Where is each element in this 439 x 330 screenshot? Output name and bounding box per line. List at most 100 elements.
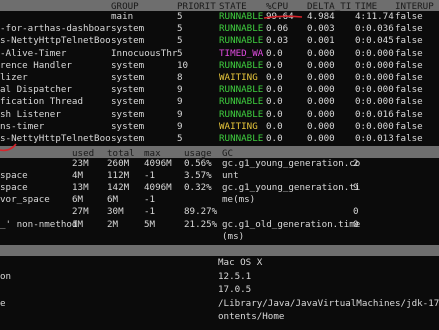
runtime-table: Mac OS X on 12.5.1 17.0.5 e/Library/Java/Jav… (0, 258, 439, 330)
thread-time: 0:0.000 (355, 84, 394, 96)
thread-row: lizer system 8 WAITING 0.0 0.000 0:0.000 false (0, 73, 439, 83)
thread-delta-time: 0.000 (307, 59, 335, 71)
memory-total: 260M (107, 158, 130, 169)
thread-state: RUNNABLE (219, 23, 264, 35)
memory-row: vor_space 6M 6M -1 me(ms) (0, 195, 439, 205)
thread-time: 0:0.000 (355, 59, 394, 71)
gc-name: (ms) (222, 230, 245, 242)
thread-priority: 5 (177, 11, 183, 22)
runtime-value: ontents/Home (218, 311, 285, 322)
thread-group: system (111, 72, 145, 83)
thread-group: main (111, 11, 134, 22)
thread-cpu: 0.0 (266, 47, 283, 59)
memory-used: 1M (72, 218, 84, 230)
runtime-value: Mac OS X (218, 257, 263, 268)
thread-name: sh Listener (0, 108, 61, 120)
thread-delta-time: 0.001 (307, 35, 335, 47)
thread-name: ns-timer (0, 120, 45, 132)
memory-name: space (0, 170, 28, 182)
thread-row: al Dispatcher system 9 RUNNABLE 0.0 0.000 0:0.… (0, 85, 439, 95)
thread-group: system (111, 133, 145, 144)
memory-total: 6M (107, 194, 119, 206)
memory-name: vor_space (0, 194, 50, 206)
memory-total: 30M (107, 206, 124, 218)
thread-state: RUNNABLE (219, 108, 264, 120)
runtime-key: e (0, 297, 6, 309)
thread-name: s-NettyHttpTelnetBoo (0, 35, 111, 47)
thread-delta-time: 0.000 (307, 47, 335, 59)
thread-priority: 9 (177, 120, 183, 132)
thread-cpu: 0.03 (266, 35, 289, 47)
thread-name: rence Handler (0, 59, 72, 71)
thread-table-header: GROUP PRIORIT STATE %CPU DELTA_TI TIME I… (0, 0, 439, 12)
thread-row: main 5 RUNNABLE 99.64 4.984 4:11.74 false (0, 12, 439, 22)
thread-priority: 5 (177, 23, 183, 35)
gc-name: gc.g1_young_generation.co (222, 158, 361, 169)
memory-table-header: used total max usage GC (0, 147, 439, 159)
memory-used: 13M (72, 182, 89, 194)
thread-group: system (111, 23, 145, 35)
runtime-row: e/Library/Java/JavaVirtualMachines/jdk-1… (0, 297, 439, 309)
thread-cpu: 99.64 (266, 11, 294, 22)
thread-state: RUNNABLE (219, 11, 264, 22)
thread-priority: 10 (177, 59, 189, 71)
thread-state: RUNNABLE (219, 133, 264, 144)
thread-priority: 5 (177, 35, 183, 47)
memory-name: space (0, 182, 28, 194)
thread-priority: 8 (177, 72, 183, 83)
thread-delta-time: 0.003 (307, 23, 335, 35)
thread-time: 0:0.000 (355, 120, 394, 132)
thread-priority: 5 (177, 133, 183, 144)
memory-used: 23M (72, 158, 89, 169)
thread-state: RUNNABLE (219, 59, 264, 71)
runtime-value: 17.0.5 (218, 284, 252, 295)
gc-name: unt (222, 170, 239, 182)
thread-name: lizer (0, 72, 28, 83)
gc-name: gc.g1_young_generation.ti (222, 182, 361, 194)
gc-value: 0 (353, 218, 359, 230)
memory-used: 6M (72, 194, 84, 206)
thread-row: -Alive-Timer InnocuousThr 5 TIMED_WA 0.0 0.00… (0, 47, 439, 59)
thread-interrupted: false (395, 108, 423, 120)
thread-time: 0:0.013 (355, 133, 394, 144)
runtime-key: on (0, 270, 12, 282)
memory-usage: 21.25% (184, 218, 218, 230)
memory-usage: 3.57% (184, 170, 212, 182)
thread-row: -for-arthas-dashboar system 5 RUNNABLE 0.06 0… (0, 24, 439, 34)
thread-name: al Dispatcher (0, 84, 72, 96)
thread-interrupted: false (395, 47, 423, 59)
col-priority: PRIORIT (177, 1, 216, 12)
memory-row: _' non-nmethod 1M 2M 5M 21.25% gc.g1_old_gene… (0, 218, 439, 230)
memory-usage: 0.56% (184, 158, 212, 169)
thread-time: 0:0.045 (355, 35, 394, 47)
memory-row: 27M 30M -1 89.27% 0 (0, 207, 439, 217)
gc-value: 9 (353, 182, 359, 194)
thread-interrupted: false (395, 11, 423, 22)
runtime-row: Mac OS X (0, 258, 439, 268)
thread-table: GROUP PRIORIT STATE %CPU DELTA_TI TIME I… (0, 0, 439, 146)
thread-delta-time: 4.984 (307, 11, 335, 22)
thread-group: system (111, 59, 145, 71)
memory-max: 4096M (144, 182, 172, 194)
memory-max: -1 (144, 206, 156, 218)
thread-name: s-NettyHttpTelnetBoo (0, 133, 111, 144)
memory-total: 112M (107, 170, 130, 182)
memory-usage: 0.32% (184, 182, 212, 194)
thread-group: system (111, 96, 145, 108)
memory-row: 23M 260M 4096M 0.56% gc.g1_young_generation.… (0, 159, 439, 169)
memory-row: space 13M 142M 4096M 0.32% gc.g1_young_genera… (0, 183, 439, 193)
memory-max: 4096M (144, 158, 172, 169)
thread-priority: 9 (177, 96, 183, 108)
thread-interrupted: false (395, 59, 423, 71)
memory-row: space 4M 112M -1 3.57% unt (0, 171, 439, 181)
memory-used: 4M (72, 170, 84, 182)
thread-priority: 9 (177, 108, 183, 120)
thread-row: sh Listener system 9 RUNNABLE 0.0 0.000 0:0.01… (0, 108, 439, 120)
thread-row: rence Handler system 10 RUNNABLE 0.0 0.000 0:0… (0, 59, 439, 71)
thread-delta-time: 0.000 (307, 133, 335, 144)
thread-priority: 5 (177, 47, 183, 59)
thread-interrupted: false (395, 120, 423, 132)
thread-interrupted: false (395, 23, 423, 35)
thread-group: system (111, 120, 145, 132)
thread-interrupted: false (395, 96, 423, 108)
